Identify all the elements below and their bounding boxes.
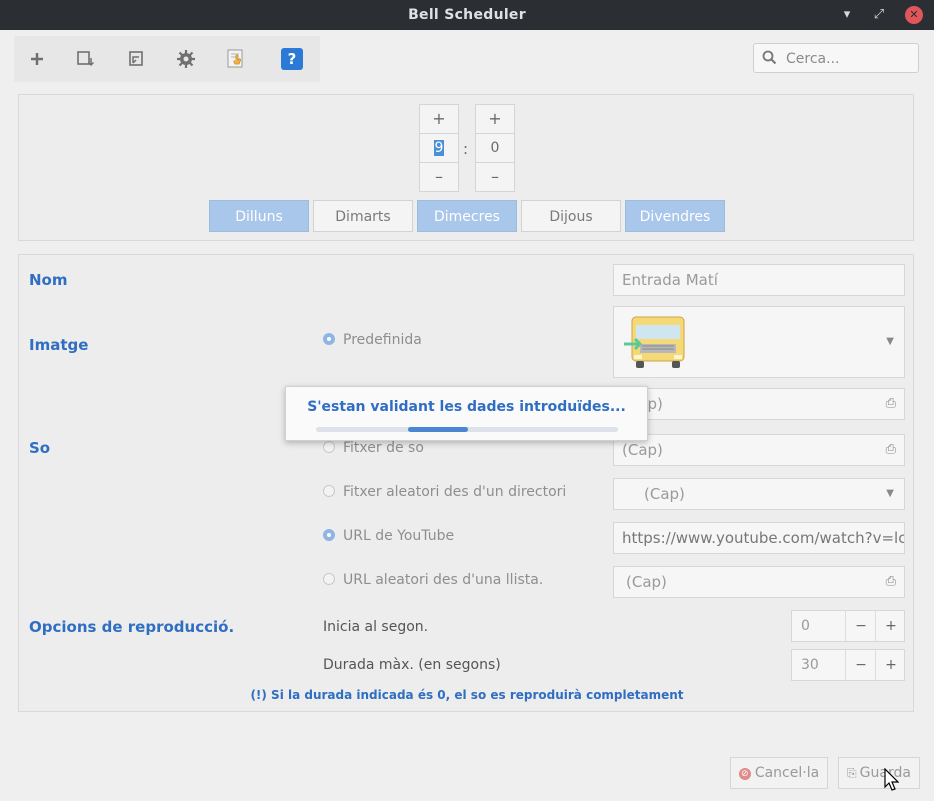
image-file-field[interactable]: (Cap)⎙	[613, 388, 905, 420]
start-second-increment-button[interactable]: +	[875, 611, 906, 641]
radio-fitxer-so-label: Fitxer de so	[343, 440, 424, 456]
radio-url-llista-indicator[interactable]	[323, 573, 335, 585]
chevron-down-icon: ▼	[886, 488, 894, 499]
max-duration-increment-button[interactable]: +	[875, 650, 906, 680]
name-field[interactable]: Entrada Matí	[613, 264, 905, 296]
section-so: So	[29, 439, 51, 457]
day-toggle-dimarts[interactable]: Dimarts	[313, 200, 413, 232]
radio-url-youtube[interactable]: URL de YouTube	[323, 528, 454, 544]
sound-file-field[interactable]: (Cap) ⎙	[613, 434, 905, 466]
import-icon[interactable]	[73, 46, 99, 72]
window-title: Bell Scheduler	[408, 7, 526, 23]
validation-progress-indicator	[408, 427, 468, 432]
section-opcions: Opcions de reproducció.	[29, 618, 235, 636]
hour-decrement-button[interactable]: –	[420, 163, 458, 191]
minute-value[interactable]: 0	[476, 133, 514, 163]
section-imatge: Imatge	[29, 336, 89, 354]
section-nom: Nom	[29, 271, 68, 289]
maximize-icon[interactable]: ⤢	[870, 6, 888, 24]
day-toggle-divendres[interactable]: Divendres	[625, 200, 725, 232]
save-button[interactable]: ⎘Guarda	[838, 757, 920, 789]
minute-spinner[interactable]: + 0 –	[475, 104, 515, 192]
day-toggle-dijous[interactable]: Dijous	[521, 200, 621, 232]
main-window: Bell Scheduler ▾ ⤢ ✕ ? + 9 –	[0, 0, 934, 801]
minute-decrement-button[interactable]: –	[476, 163, 514, 191]
max-duration-label: Durada màx. (en segons)	[323, 657, 501, 673]
validation-progress-bar	[316, 427, 618, 432]
random-list-field[interactable]: (Cap) ⎙	[613, 566, 905, 598]
minute-increment-button[interactable]: +	[476, 105, 514, 133]
radio-predefinida-label: Predefinida	[343, 332, 422, 348]
cancel-icon: ⊘	[738, 768, 751, 780]
max-duration-spinner[interactable]: 30 − +	[791, 649, 905, 681]
open-file-icon[interactable]: ⎙	[886, 435, 896, 465]
radio-predefinida-indicator[interactable]	[323, 333, 335, 345]
start-second-decrement-button[interactable]: −	[845, 611, 876, 641]
cancel-button[interactable]: ⊘ Cancel·la	[730, 757, 828, 789]
toolbar: ?	[14, 36, 320, 82]
validation-message: S'estan validant les dades introduïdes..…	[307, 399, 626, 415]
settings-gear-icon[interactable]	[173, 46, 199, 72]
hour-value[interactable]: 9	[420, 133, 458, 163]
manual-hand-icon[interactable]	[223, 46, 249, 72]
hour-increment-button[interactable]: +	[420, 105, 458, 133]
open-file-icon[interactable]: ⎙	[886, 389, 896, 419]
max-duration-decrement-button[interactable]: −	[845, 650, 876, 680]
duration-note: (!) Si la durada indicada és 0, el so es…	[250, 688, 684, 702]
radio-url-youtube-label: URL de YouTube	[343, 528, 455, 544]
youtube-url-field[interactable]: https://www.youtube.com/watch?v=lc6	[613, 522, 905, 554]
open-file-icon[interactable]: ⎙	[886, 567, 896, 597]
day-toggle-dimecres[interactable]: Dimecres	[417, 200, 517, 232]
radio-url-youtube-indicator[interactable]	[323, 529, 335, 541]
radio-url-llista[interactable]: URL aleatori des d'una llista.	[323, 572, 543, 588]
close-icon[interactable]: ✕	[905, 6, 923, 24]
validation-popup: S'estan validant les dades introduïdes..…	[285, 386, 648, 441]
minimize-icon[interactable]: ▾	[838, 6, 856, 24]
add-icon[interactable]	[24, 46, 50, 72]
search-input[interactable]	[784, 49, 913, 69]
bus-image-icon	[622, 313, 688, 377]
radio-fitxer-so[interactable]: Fitxer de so	[323, 440, 424, 456]
start-second-value[interactable]: 0	[801, 611, 810, 641]
hour-spinner[interactable]: + 9 –	[419, 104, 459, 192]
max-duration-value[interactable]: 30	[801, 650, 819, 680]
radio-url-llista-label: URL aleatori des d'una llista.	[343, 572, 544, 588]
radio-fitxer-so-indicator[interactable]	[323, 441, 335, 453]
title-bar: Bell Scheduler ▾ ⤢ ✕	[0, 0, 934, 30]
chevron-down-icon: ▼	[886, 336, 894, 347]
export-icon[interactable]	[123, 46, 149, 72]
time-separator: :	[463, 140, 469, 158]
help-icon[interactable]: ?	[279, 46, 305, 72]
day-toggle-dilluns[interactable]: Dilluns	[209, 200, 309, 232]
mouse-cursor-icon	[884, 768, 899, 791]
radio-fitxer-aleatori[interactable]: Fitxer aleatori des d'un directori	[323, 484, 566, 500]
image-select[interactable]: ▼	[613, 306, 905, 378]
start-second-label: Inicia al segon.	[323, 619, 429, 635]
radio-predefinida[interactable]: Predefinida	[323, 332, 422, 348]
random-dir-select[interactable]: (Cap) ▼	[613, 478, 905, 510]
save-icon: ⎘	[847, 766, 857, 780]
radio-fitxer-aleatori-indicator[interactable]	[323, 485, 335, 497]
radio-fitxer-aleatori-label: Fitxer aleatori des d'un directori	[343, 484, 567, 500]
start-second-spinner[interactable]: 0 − +	[791, 610, 905, 642]
search-icon	[762, 50, 777, 69]
search-box[interactable]	[753, 43, 919, 73]
